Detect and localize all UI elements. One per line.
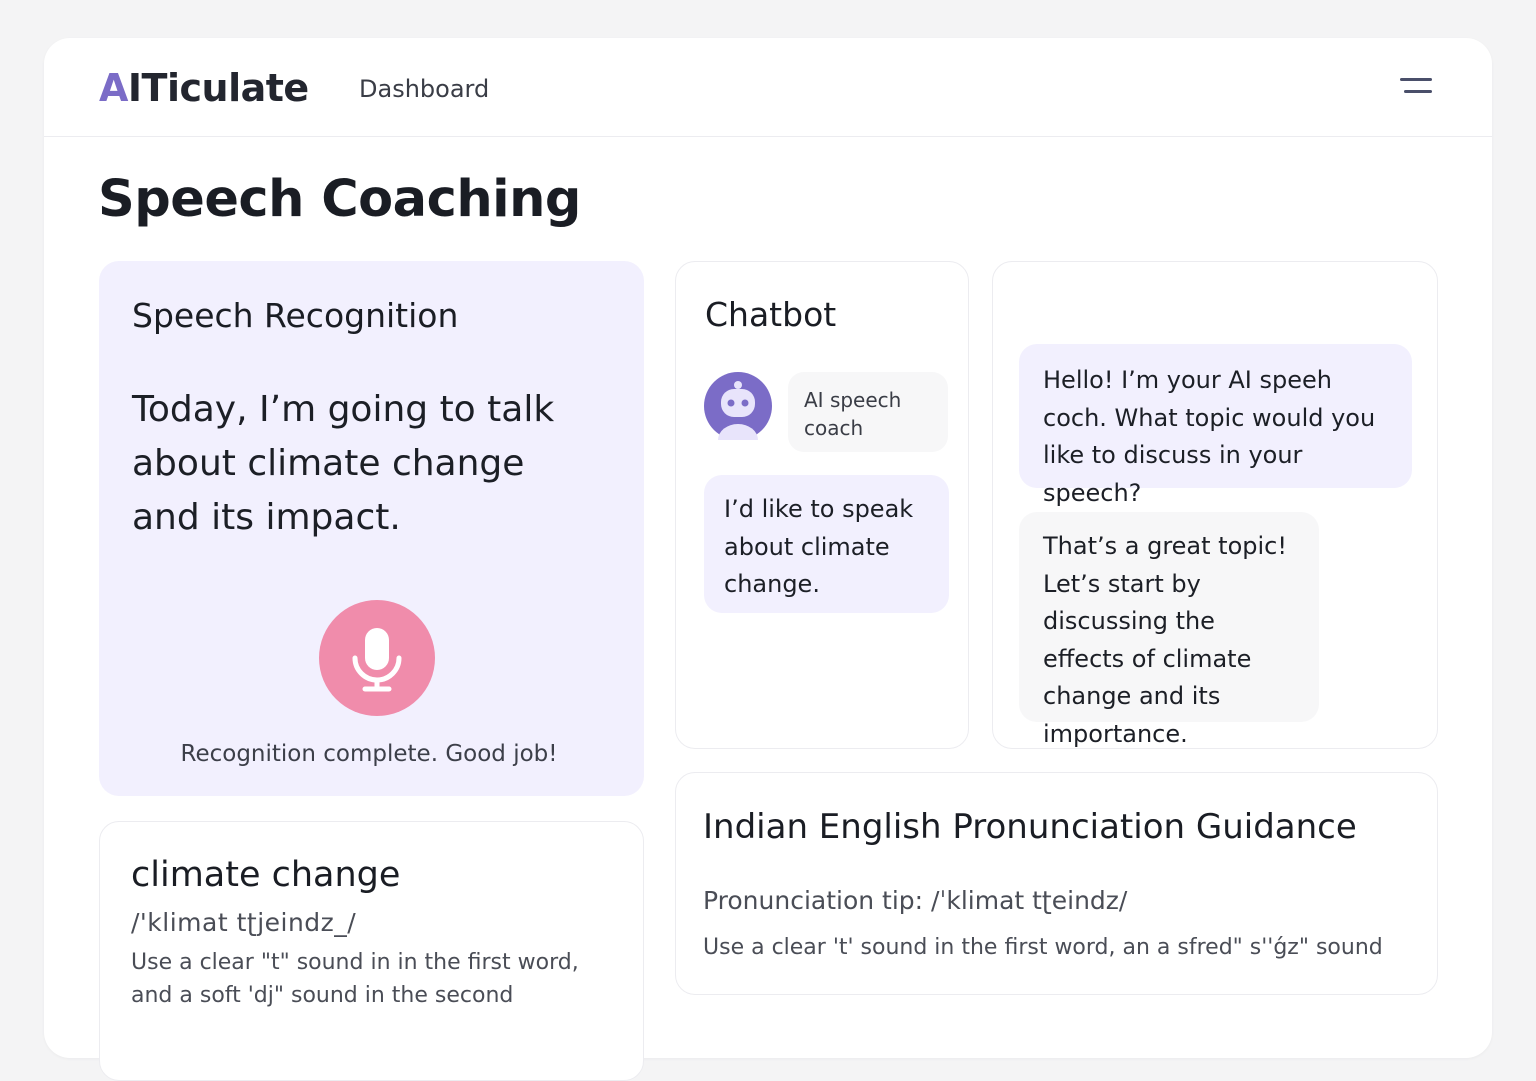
- microphone-button[interactable]: [319, 600, 435, 716]
- tip-label: Pronunciation tip:: [703, 886, 924, 915]
- app-window: AITiculate Dashboard Speech Coaching Spe…: [44, 38, 1492, 1081]
- top-bar: AITiculate Dashboard: [44, 38, 1492, 137]
- guidance-title: Indian English Pronunciation Guidance: [703, 807, 1357, 847]
- robot-avatar-icon: [704, 372, 772, 440]
- logo-accent: A: [99, 66, 128, 110]
- menu-icon[interactable]: [1400, 72, 1442, 102]
- ai-message-bubble: Hello! I’m your AI speeh coch. What topi…: [1019, 344, 1412, 507]
- transcript-text: Today, I’m going to talk about climate c…: [132, 389, 555, 538]
- word-tip-text: Use a clear "t" sound in in the first wo…: [131, 950, 579, 1008]
- logo[interactable]: AITiculate: [99, 65, 309, 111]
- ai-message-bubble: That’s a great topic! Let’s start by dis…: [1019, 512, 1319, 748]
- logo-text: ITiculate: [127, 66, 309, 110]
- tip-description: Use a clear 't' sound in the first word,…: [703, 935, 1383, 960]
- speech-recognition-title: Speech Recognition: [132, 296, 459, 335]
- word-heading: climate change: [131, 855, 401, 895]
- menu-line-bottom: [1404, 90, 1432, 93]
- nav-dashboard-link[interactable]: Dashboard: [359, 74, 489, 104]
- chatbot-card: Chatbot AI speech coach I’d like to spea…: [675, 261, 969, 749]
- menu-line-top: [1400, 78, 1432, 81]
- word-pronunciation-card: climate change /'klimat tʈjeindz_/ Use a…: [99, 821, 644, 1081]
- conversation-card: Hello! I’m your AI speeh coch. What topi…: [992, 261, 1438, 749]
- recognition-status: Recognition complete. Good job!: [180, 741, 558, 767]
- coach-label: AI speech coach: [788, 372, 948, 452]
- pronunciation-tip: Pronunciation tip: /ˈklimat tʈeindz/: [703, 885, 1127, 917]
- speech-recognition-card: Speech Recognition Today, I’m going to t…: [99, 261, 644, 796]
- tip-phonetic: /ˈklimat tʈeindz/: [931, 886, 1128, 915]
- user-message-bubble: I’d like to speak about climate change.: [704, 475, 949, 613]
- pronunciation-guidance-card: Indian English Pronunciation Guidance Pr…: [675, 772, 1438, 995]
- chatbot-title: Chatbot: [705, 295, 837, 334]
- phonetic-transcription: /'klimat tʈjeindz_/: [131, 908, 357, 937]
- microphone-icon: [352, 628, 402, 692]
- page-title: Speech Coaching: [98, 170, 581, 229]
